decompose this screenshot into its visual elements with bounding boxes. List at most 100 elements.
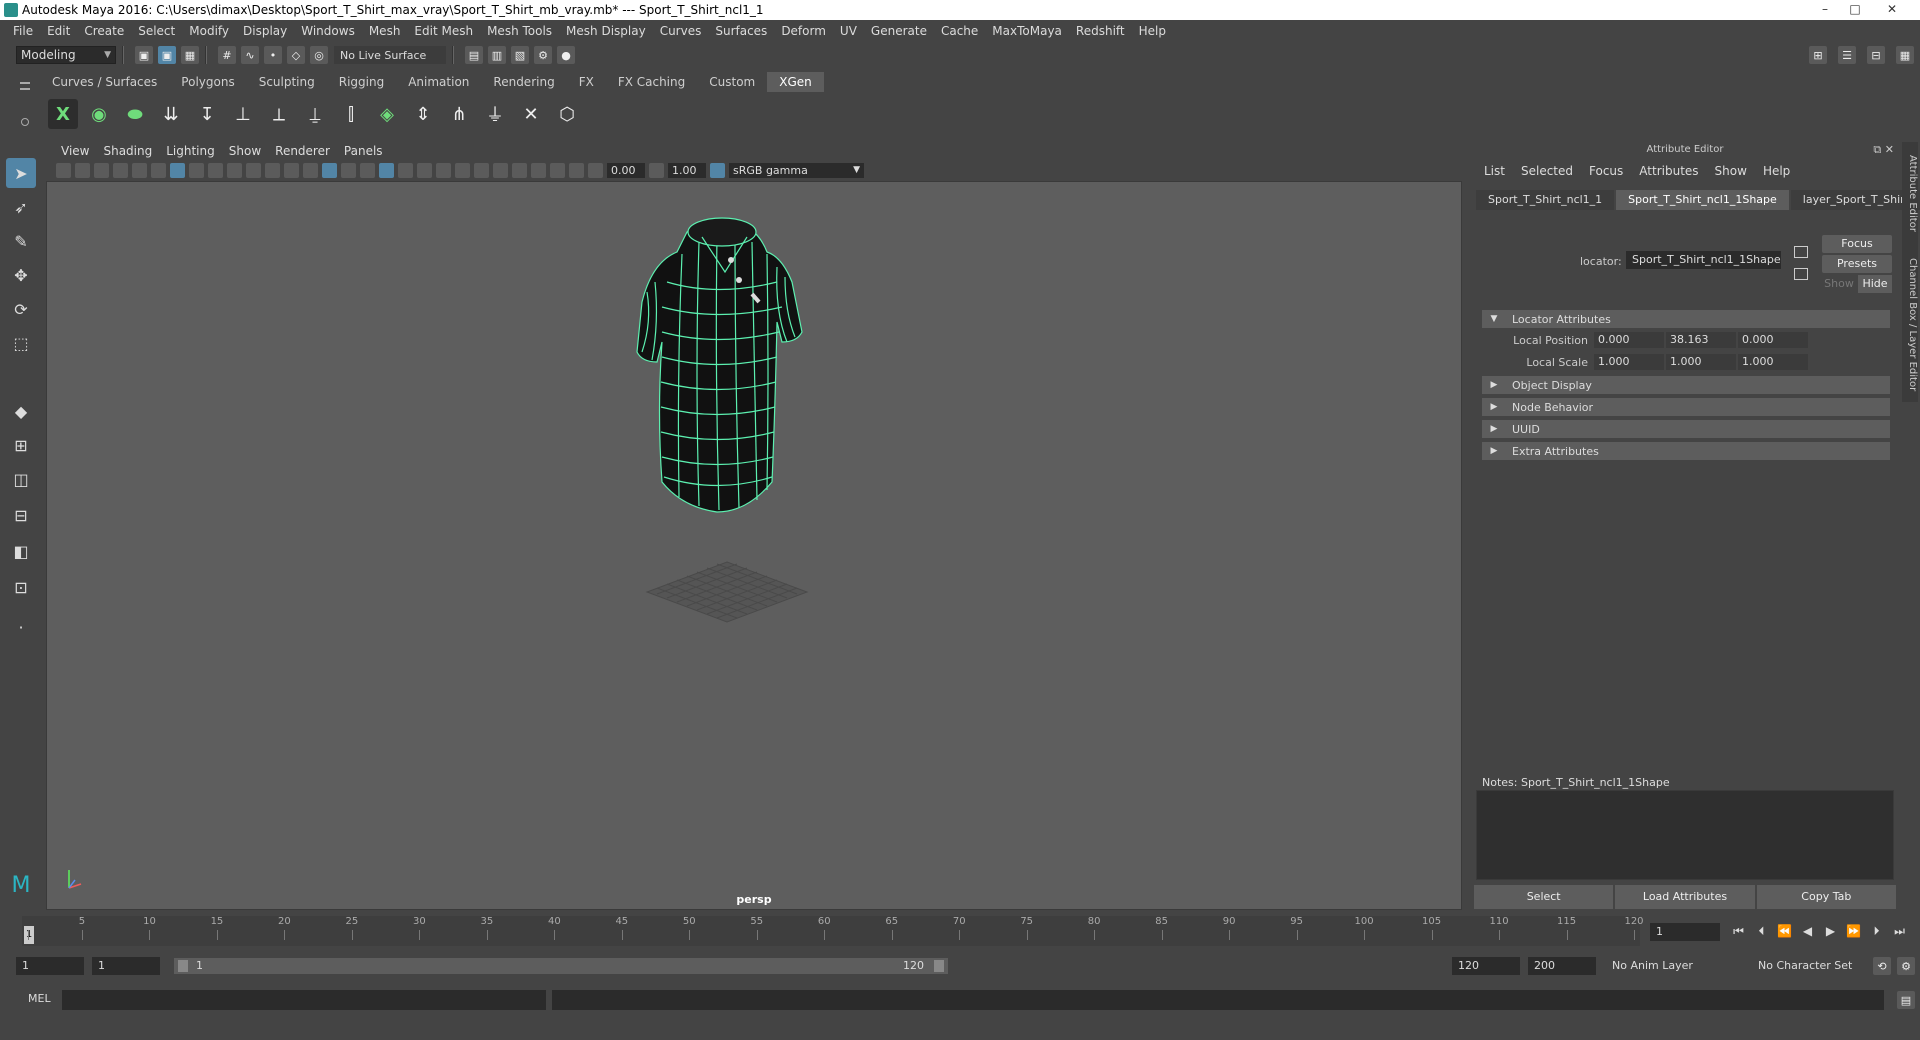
menu-windows[interactable]: Windows (294, 20, 362, 42)
close-panel-icon[interactable]: ✕ (1885, 143, 1894, 156)
panel-menu-shading[interactable]: Shading (96, 144, 159, 158)
flip-guides-icon[interactable]: ⇕ (408, 99, 438, 129)
step-back-key-icon[interactable]: ⏪ (1776, 922, 1793, 940)
bend-guides-icon[interactable]: ⟂ (264, 99, 294, 129)
tab-curves-surfaces[interactable]: Curves / Surfaces (40, 72, 170, 92)
select-by-hierarchy-icon[interactable]: ▣ (135, 46, 153, 64)
snap-to-point-icon[interactable]: • (264, 46, 282, 64)
script-language-toggle[interactable]: MEL (28, 992, 51, 1005)
camera-attributes-icon[interactable] (75, 162, 90, 178)
render-current-frame-icon[interactable]: ▥ (488, 46, 506, 64)
menu-mesh-display[interactable]: Mesh Display (559, 20, 653, 42)
ae-menu-show[interactable]: Show (1707, 164, 1755, 178)
motion-blur-icon[interactable] (455, 162, 470, 178)
panel-menu-panels[interactable]: Panels (337, 144, 390, 158)
select-tool-icon[interactable]: ➤ (6, 158, 36, 188)
safe-title-icon[interactable] (284, 162, 299, 178)
safe-action-icon[interactable] (265, 162, 280, 178)
auto-key-icon[interactable]: ⟲ (1873, 957, 1891, 975)
image-plane-icon[interactable] (113, 162, 128, 178)
maximize-button[interactable]: □ (1840, 0, 1870, 18)
menu-help[interactable]: Help (1132, 20, 1173, 42)
step-forward-key-icon[interactable]: ⏩ (1845, 922, 1862, 940)
toggle-tool-settings-icon[interactable]: ⊟ (1867, 46, 1885, 64)
current-frame-field[interactable]: 1 (1650, 923, 1720, 941)
exposure-field[interactable]: 0.00 (607, 162, 645, 178)
lasso-tool-icon[interactable]: ➶ (6, 192, 36, 222)
tab-sculpting[interactable]: Sculpting (246, 72, 327, 92)
2d-pan-zoom-icon[interactable] (132, 162, 147, 178)
xgen-editor-icon[interactable]: X (48, 99, 78, 129)
playback-start-field[interactable]: 1 (92, 957, 160, 975)
lock-guides-icon[interactable]: ⍊ (300, 99, 330, 129)
wireframe-on-shaded-icon[interactable] (360, 162, 375, 178)
close-button[interactable]: ✕ (1870, 0, 1914, 18)
menu-edit-mesh[interactable]: Edit Mesh (407, 20, 480, 42)
menu-create[interactable]: Create (77, 20, 131, 42)
side-tab-channel-box[interactable]: Channel Box / Layer Editor (1902, 252, 1918, 397)
animation-preferences-icon[interactable]: ⚙ (1897, 957, 1915, 975)
make-live-icon[interactable]: ◎ (310, 46, 328, 64)
select-camera-icon[interactable] (56, 162, 71, 178)
wireframe-icon[interactable] (303, 162, 318, 178)
resolution-gate-icon[interactable] (208, 162, 223, 178)
panel-menu-lighting[interactable]: Lighting (159, 144, 222, 158)
menu-modify[interactable]: Modify (182, 20, 236, 42)
ae-menu-list[interactable]: List (1476, 164, 1513, 178)
field-chart-icon[interactable] (246, 162, 261, 178)
xgen-preview-icon[interactable]: ◉ (84, 99, 114, 129)
snap-to-view-plane-icon[interactable]: ◇ (287, 46, 305, 64)
redshift-hex-icon[interactable]: ⬡ (552, 99, 582, 129)
isolate-select-icon[interactable] (512, 162, 527, 178)
current-time-marker[interactable]: 1 (24, 926, 34, 944)
cut-guides-icon[interactable]: ⏚ (480, 99, 510, 129)
show-button[interactable]: Show (1822, 275, 1856, 293)
range-slider[interactable]: 1 120 (174, 958, 948, 974)
menu-generate[interactable]: Generate (864, 20, 934, 42)
outliner-layout-icon[interactable]: ⊡ (6, 572, 36, 602)
side-tab-attribute-editor[interactable]: Attribute Editor (1902, 148, 1918, 238)
panel-menu-show[interactable]: Show (222, 144, 268, 158)
notes-textarea[interactable] (1476, 790, 1894, 880)
step-forward-frame-icon[interactable]: ⏵ (1868, 922, 1885, 940)
create-description-icon[interactable]: ⬬ (120, 99, 150, 129)
ae-menu-selected[interactable]: Selected (1513, 164, 1581, 178)
local-scale-z[interactable]: 1.000 (1738, 354, 1808, 370)
toggle-attribute-editor-icon[interactable]: ☰ (1838, 46, 1856, 64)
side-by-side-layout-icon[interactable]: ◫ (6, 464, 36, 494)
snap-to-grid-icon[interactable]: # (218, 46, 236, 64)
xgen-cleanup-icon[interactable]: ✕ (516, 99, 546, 129)
perspective-viewport[interactable]: persp (46, 181, 1462, 910)
color-management-icon[interactable] (710, 162, 725, 178)
textured-icon[interactable] (379, 162, 394, 178)
add-guides-icon[interactable]: ⇊ (156, 99, 186, 129)
menu-mesh[interactable]: Mesh (362, 20, 408, 42)
toolbox-more-icon[interactable]: · (6, 612, 36, 642)
gate-mask-icon[interactable] (227, 162, 242, 178)
time-slider[interactable]: 1 5 10 15 20 25 30 35 40 45 50 55 60 65 70 75 80 85 90 95 1… (22, 916, 1644, 946)
scale-tool-icon[interactable]: ⬚ (6, 328, 36, 358)
step-back-frame-icon[interactable]: ⏴ (1753, 922, 1770, 940)
animation-start-field[interactable]: 1 (16, 957, 84, 975)
section-node-behavior[interactable]: ▶ Node Behavior (1482, 398, 1890, 416)
hypershade-icon[interactable]: ● (557, 46, 575, 64)
tab-xgen[interactable]: XGen (767, 72, 824, 92)
mode-dropdown[interactable]: Modeling ▼ (16, 46, 116, 64)
panel-menu-view[interactable]: View (54, 144, 96, 158)
local-scale-y[interactable]: 1.000 (1666, 354, 1736, 370)
guide-length-icon[interactable]: ⊥ (228, 99, 258, 129)
paint-select-tool-icon[interactable]: ✎ (6, 226, 36, 256)
section-locator-attributes[interactable]: ▼ Locator Attributes (1482, 310, 1890, 328)
place-guides-icon[interactable]: ↧ (192, 99, 222, 129)
go-to-input-icon[interactable] (1794, 246, 1808, 258)
persp-outliner-layout-icon[interactable]: ◧ (6, 536, 36, 566)
t-shirt-wireframe-model[interactable] (607, 212, 847, 632)
render-view-icon[interactable]: ▤ (465, 46, 483, 64)
load-attributes-button[interactable]: Load Attributes (1615, 885, 1755, 909)
tab-shape-node[interactable]: Sport_T_Shirt_ncl1_1Shape (1616, 190, 1789, 210)
script-editor-icon[interactable]: ▤ (1897, 991, 1915, 1009)
copy-tab-button[interactable]: Copy Tab (1756, 885, 1896, 909)
toggle-channel-box-icon[interactable]: ▦ (1896, 46, 1914, 64)
tab-polygons[interactable]: Polygons (169, 72, 247, 92)
section-extra-attributes[interactable]: ▶ Extra Attributes (1482, 442, 1890, 460)
